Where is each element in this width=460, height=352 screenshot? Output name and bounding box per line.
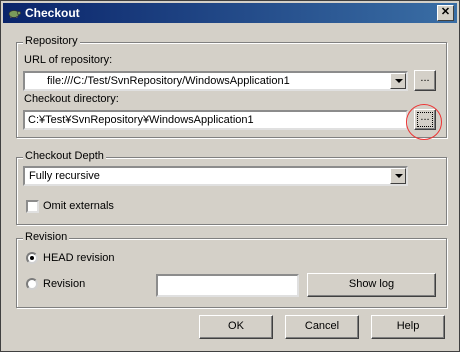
omit-externals-label[interactable]: Omit externals	[43, 200, 114, 212]
url-combobox-value: file:///C:/Test/SvnRepository/WindowsApp…	[47, 75, 290, 87]
checkout-dialog: Checkout ✕ Repository URL of repository:…	[0, 0, 460, 352]
help-button[interactable]: Help	[371, 315, 445, 339]
url-dropdown-arrow[interactable]	[390, 73, 406, 89]
checkout-depth-select[interactable]: Fully recursive	[23, 166, 408, 186]
cancel-button[interactable]: Cancel	[285, 315, 359, 339]
close-button[interactable]: ✕	[437, 5, 454, 21]
show-log-button[interactable]: Show log	[307, 273, 436, 297]
browse-url-button[interactable]: ...	[414, 70, 436, 91]
revision-label[interactable]: Revision	[43, 278, 85, 290]
checkout-depth-group-label: Checkout Depth	[23, 150, 106, 162]
head-revision-label[interactable]: HEAD revision	[43, 252, 115, 264]
title-bar: Checkout ✕	[3, 3, 457, 23]
head-revision-radio[interactable]	[26, 252, 38, 264]
ok-button[interactable]: OK	[199, 315, 273, 339]
checkout-directory-label: Checkout directory:	[24, 93, 119, 105]
depth-dropdown-arrow[interactable]	[390, 168, 406, 184]
revision-radio[interactable]	[26, 278, 38, 290]
highlight-circle	[406, 104, 442, 140]
tortoise-icon	[8, 10, 21, 18]
window-title: Checkout	[25, 6, 80, 20]
close-icon: ✕	[440, 6, 451, 18]
checkout-depth-value: Fully recursive	[29, 170, 100, 182]
url-combobox[interactable]: file:///C:/Test/SvnRepository/WindowsApp…	[23, 71, 408, 91]
checkout-directory-input[interactable]: C:¥Test¥SvnRepository¥WindowsApplication…	[23, 110, 408, 130]
omit-externals-checkbox[interactable]	[26, 200, 39, 213]
checkout-directory-value: C:¥Test¥SvnRepository¥WindowsApplication…	[28, 114, 254, 126]
url-label: URL of repository:	[24, 54, 113, 66]
repository-group-label: Repository	[23, 35, 80, 47]
revision-group-label: Revision	[23, 231, 70, 243]
revision-input[interactable]	[156, 274, 299, 297]
